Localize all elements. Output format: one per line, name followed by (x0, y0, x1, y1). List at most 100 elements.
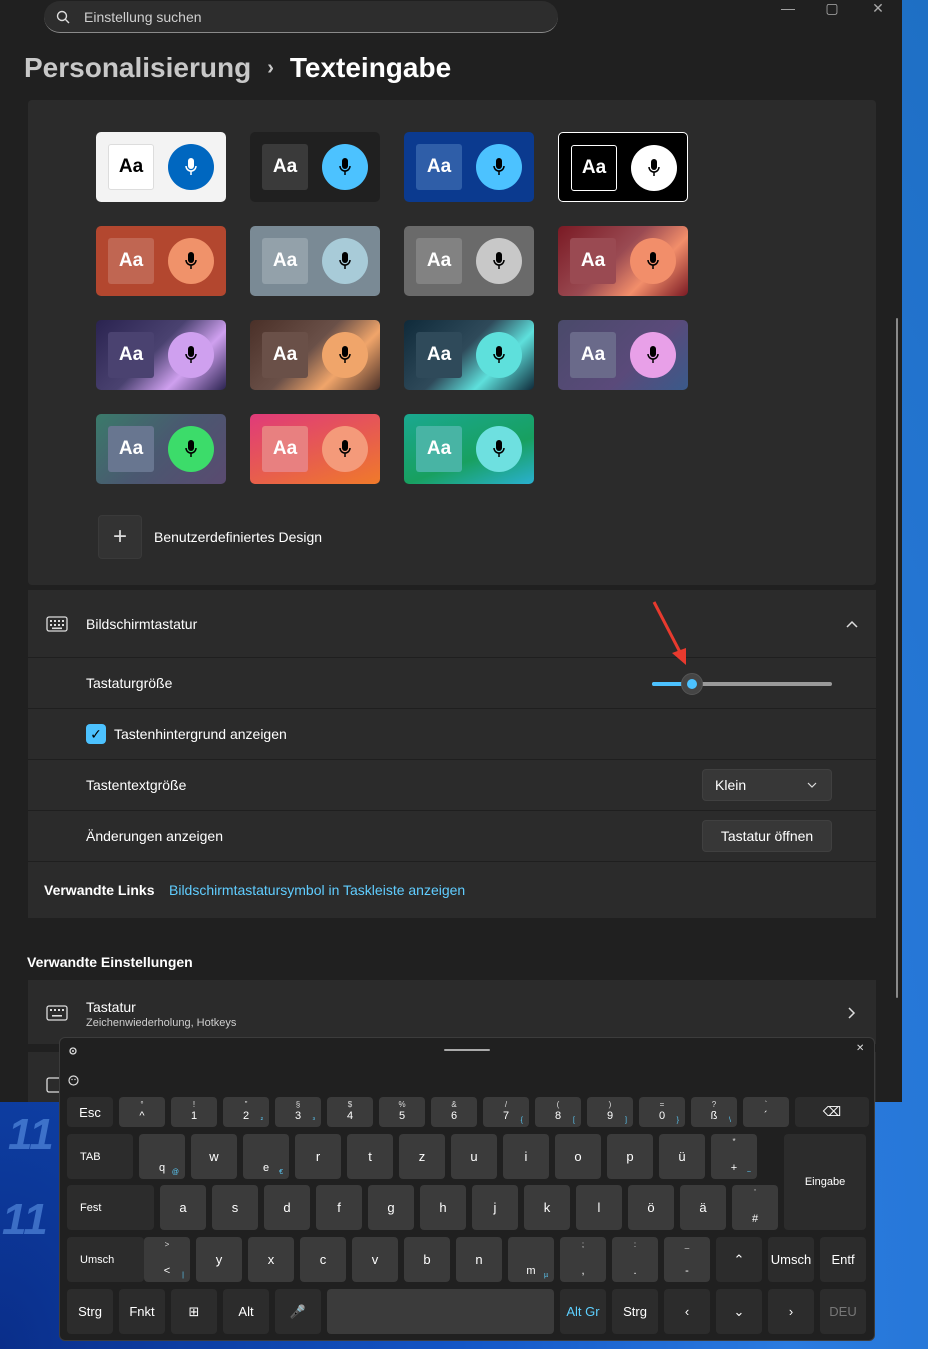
key-o[interactable]: o (555, 1134, 601, 1179)
key-n[interactable]: n (456, 1237, 502, 1282)
key-text-size-dropdown[interactable]: Klein (702, 769, 832, 801)
alt-key[interactable]: Alt (223, 1289, 269, 1334)
key-1[interactable]: ! 1 (171, 1097, 217, 1127)
ctrl-right-key[interactable]: Strg (612, 1289, 658, 1334)
key-w[interactable]: w (191, 1134, 237, 1179)
enter-key[interactable]: Eingabe (784, 1134, 866, 1230)
arrow-up-key[interactable]: ⌃ (716, 1237, 762, 1282)
key-8[interactable]: (8[ (535, 1097, 581, 1127)
delete-key[interactable]: Entf (820, 1237, 866, 1282)
language-key[interactable]: DEU (820, 1289, 866, 1334)
key-7[interactable]: /7{ (483, 1097, 529, 1127)
close-icon[interactable]: ✕ (856, 1043, 864, 1054)
key-ü[interactable]: ü (659, 1134, 705, 1179)
key-v[interactable]: v (352, 1237, 398, 1282)
open-keyboard-button[interactable]: Tastatur öffnen (702, 820, 832, 852)
space-key[interactable] (327, 1289, 554, 1334)
key-y[interactable]: y (196, 1237, 242, 1282)
maximize-button[interactable]: ▢ (822, 0, 842, 17)
theme-tile-slate[interactable]: Aa (250, 226, 380, 296)
key-f[interactable]: f (316, 1185, 362, 1230)
key-ä[interactable]: ä (680, 1185, 726, 1230)
key-ö[interactable]: ö (628, 1185, 674, 1230)
scrollbar[interactable] (896, 318, 898, 998)
theme-tile-bronze-wave[interactable]: Aa (250, 320, 380, 390)
drag-handle[interactable] (444, 1049, 490, 1051)
key-6[interactable]: & 6 (431, 1097, 477, 1127)
backspace-key[interactable]: ⌫ (795, 1097, 869, 1127)
theme-tile-gray[interactable]: Aa (404, 226, 534, 296)
key-q[interactable]: q @ (139, 1134, 185, 1179)
key-.[interactable]: :. (612, 1237, 658, 1282)
key-<[interactable]: > < | (144, 1237, 190, 1282)
key-r[interactable]: r (295, 1134, 341, 1179)
theme-tile-sunset[interactable]: Aa (250, 414, 380, 484)
key-c[interactable]: c (300, 1237, 346, 1282)
theme-tile-red-wave[interactable]: Aa (558, 226, 688, 296)
key-a[interactable]: a (160, 1185, 206, 1230)
key-l[interactable]: l (576, 1185, 622, 1230)
theme-tile-high-contrast[interactable]: Aa (558, 132, 688, 202)
key-,[interactable]: ;, (560, 1237, 606, 1282)
taskbar-icon-link[interactable]: Bildschirmtastatursymbol in Taskleiste a… (169, 882, 465, 898)
theme-tile-purple-wave[interactable]: Aa (96, 320, 226, 390)
theme-tile-blue[interactable]: Aa (404, 132, 534, 202)
key-Esc[interactable]: Esc (67, 1097, 113, 1127)
windows-key[interactable]: ⊞ (171, 1289, 217, 1334)
close-button[interactable]: ✕ (868, 0, 888, 17)
key-0[interactable]: = 0} (639, 1097, 685, 1127)
search-input[interactable]: Einstellung suchen (44, 1, 558, 33)
key-k[interactable]: k (524, 1185, 570, 1230)
key-^[interactable]: ° ^ (119, 1097, 165, 1127)
key-p[interactable]: p (607, 1134, 653, 1179)
theme-tile-green[interactable]: Aa (96, 414, 226, 484)
tab-key[interactable]: TAB (67, 1134, 133, 1179)
theme-tile-teal-wave[interactable]: Aa (404, 320, 534, 390)
key-m[interactable]: mµ (508, 1237, 554, 1282)
altgr-key[interactable]: Alt Gr (560, 1289, 606, 1334)
onscreen-keyboard-header[interactable]: Bildschirmtastatur (28, 590, 876, 657)
key-g[interactable]: g (368, 1185, 414, 1230)
key-u[interactable]: u (451, 1134, 497, 1179)
key-5[interactable]: % 5 (379, 1097, 425, 1127)
key-h[interactable]: h (420, 1185, 466, 1230)
key-s[interactable]: s (212, 1185, 258, 1230)
key-background-checkbox[interactable]: ✓ (86, 724, 106, 744)
key-2[interactable]: " 2 ² (223, 1097, 269, 1127)
key-+[interactable]: * + ~ (711, 1134, 757, 1179)
custom-theme-button[interactable]: + Benutzerdefiniertes Design (98, 515, 322, 559)
key-4[interactable]: $4 (327, 1097, 373, 1127)
shift-left-key[interactable]: Umsch (67, 1237, 144, 1282)
key-j[interactable]: j (472, 1185, 518, 1230)
key-z[interactable]: z (399, 1134, 445, 1179)
key-e[interactable]: e € (243, 1134, 289, 1179)
key-d[interactable]: d (264, 1185, 310, 1230)
key-9[interactable]: ) 9] (587, 1097, 633, 1127)
arrow-right-key[interactable]: › (768, 1289, 814, 1334)
key--[interactable]: _ - (664, 1237, 710, 1282)
theme-tile-dark[interactable]: Aa (250, 132, 380, 202)
slider-thumb[interactable] (680, 673, 703, 695)
fn-key[interactable]: Fnkt (119, 1289, 165, 1334)
arrow-down-key[interactable]: ⌄ (716, 1289, 762, 1334)
theme-tile-rust[interactable]: Aa (96, 226, 226, 296)
shift-right-key[interactable]: Umsch (768, 1237, 814, 1282)
key-3[interactable]: § 3 ³ (275, 1097, 321, 1127)
key-x[interactable]: x (248, 1237, 294, 1282)
theme-tile-aqua[interactable]: Aa (404, 414, 534, 484)
keyboard-settings-card[interactable]: Tastatur Zeichenwiederholung, Hotkeys (28, 980, 876, 1044)
key-ß[interactable]: ? ß \ (691, 1097, 737, 1127)
key-b[interactable]: b (404, 1237, 450, 1282)
settings-gear-icon[interactable] (68, 1046, 78, 1056)
emoji-icon[interactable] (68, 1075, 79, 1086)
theme-tile-lilac[interactable]: Aa (558, 320, 688, 390)
chevron-up-icon[interactable] (846, 620, 858, 628)
minimize-button[interactable]: — (778, 0, 798, 16)
microphone-key[interactable]: 🎤 (275, 1289, 321, 1334)
ctrl-left-key[interactable]: Strg (67, 1289, 113, 1334)
theme-tile-light[interactable]: Aa (96, 132, 226, 202)
keyboard-size-slider[interactable] (652, 673, 832, 695)
key-t[interactable]: t (347, 1134, 393, 1179)
caps-lock-key[interactable]: Fest (67, 1185, 154, 1230)
breadcrumb-parent[interactable]: Personalisierung (24, 52, 251, 84)
